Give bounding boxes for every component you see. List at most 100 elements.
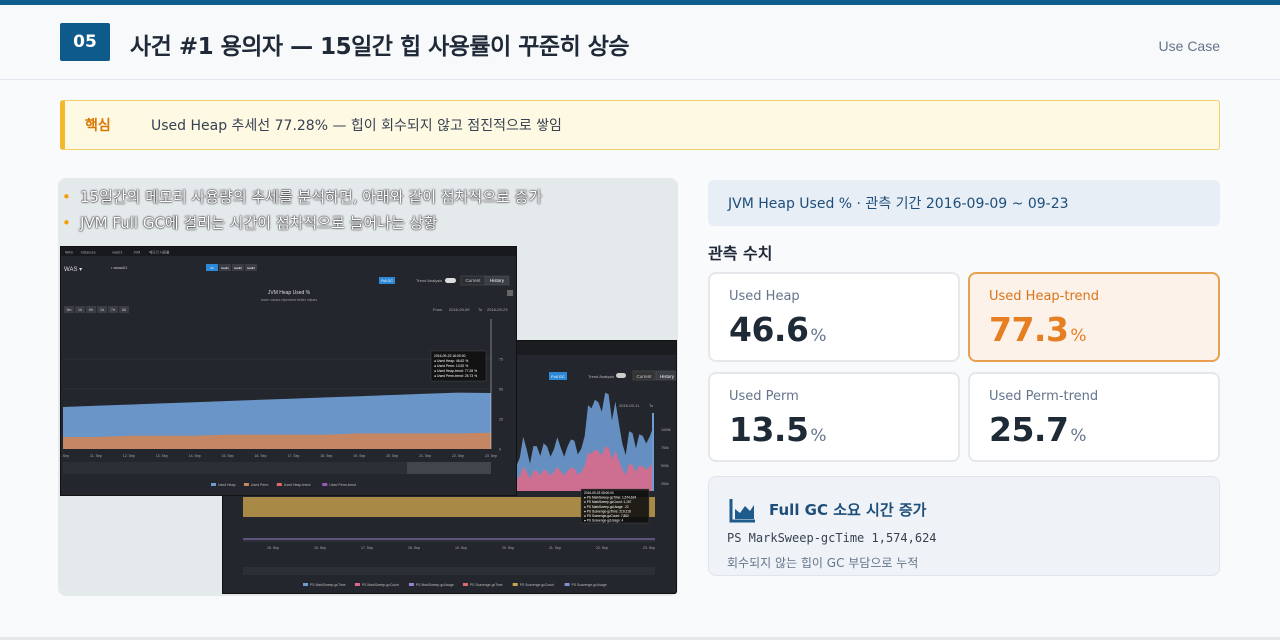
- time-range-label: 7d: [111, 308, 115, 312]
- x-tick-label: 18. Sep: [408, 546, 420, 550]
- tooltip-line: ● PS MarkSweep-gcUsage: .22: [584, 505, 629, 509]
- x-tick-label: 15. Sep: [222, 454, 234, 458]
- x-tick-label: 12. Sep: [123, 454, 135, 458]
- observation-section-title: 관측 수치: [708, 244, 773, 263]
- chip-label: Mi: [210, 266, 213, 270]
- trend-label: Trend Analysis: [416, 278, 442, 283]
- chart-subtitle: lower values represent better values: [261, 298, 317, 302]
- metric-value: 77.3%: [989, 310, 1087, 349]
- heap-chart-svg: WAS instances was01 JVM 메모리 사용률 WAS ▾ • awas…: [61, 247, 516, 495]
- legend-item[interactable]: Used Heap-trend: [284, 483, 311, 487]
- legend-swatch: [322, 483, 328, 486]
- breadcrumb-item[interactable]: instances: [81, 251, 96, 255]
- tab-current-label: Current: [465, 278, 481, 283]
- metric-card-used-perm-trend: Used Perm-trend 25.7%: [968, 372, 1220, 462]
- legend-swatch: [512, 583, 518, 586]
- tab-history-2-label: History: [660, 374, 675, 379]
- tooltip-line: ● Used Perm: 13.52 %: [434, 364, 468, 368]
- tooltip-line: 2016-09-23 08:00:00: [584, 491, 614, 495]
- slide-header: 05 사건 #1 용의자 — 15일간 힙 사용률이 꾸준히 상승 Use Ca…: [0, 5, 1280, 80]
- breadcrumb-item[interactable]: WAS: [65, 251, 74, 255]
- legend-item[interactable]: PS MarkSweep-gcTime: [310, 583, 346, 587]
- y-tick-label: 75: [499, 358, 503, 362]
- range-navigator-handle[interactable]: [407, 462, 491, 474]
- section-number-badge: 05: [60, 23, 110, 61]
- metric-value: 46.6%: [729, 310, 827, 349]
- metric-label: Used Perm-trend: [989, 389, 1099, 404]
- fullgc-label-2: Full GC: [551, 374, 565, 379]
- bullet-list: • 15일간의 메모리 사용량의 추세를 분석하면, 아래와 같이 점차적으로 증…: [60, 184, 660, 236]
- tab-current-2-label: Current: [636, 374, 652, 379]
- legend-item[interactable]: Used Heap: [218, 483, 236, 487]
- time-range-label: 1d: [100, 308, 104, 312]
- gc-title: Full GC 소요 시간 증가: [769, 501, 927, 519]
- legend-swatch: [354, 583, 360, 586]
- legend-item[interactable]: PS Scavenge-gcUsage: [572, 583, 607, 587]
- legend-item[interactable]: PS Scavenge-gcTime: [470, 583, 503, 587]
- tooltip-line: ● PS Scavenge-gcCount: 7,862: [584, 514, 629, 518]
- legend-swatch: [408, 583, 414, 586]
- legend-swatch: [211, 483, 216, 486]
- chip-label: Iwall2: [234, 266, 242, 270]
- x-tick-label: 19. Sep: [455, 546, 467, 550]
- range-navigator[interactable]: [243, 567, 655, 575]
- tooltip-line: ● PS Scavenge-gcTime: 219,218: [584, 509, 631, 513]
- legend-swatch: [564, 583, 570, 586]
- x-tick-label: 23. Sep: [643, 546, 655, 550]
- x-tick-label: 20. Sep: [386, 454, 398, 458]
- x-tick-label: 23. Sep: [485, 454, 497, 458]
- x-tick-label: 22. Sep: [596, 546, 608, 550]
- breadcrumb-item[interactable]: was01: [112, 251, 122, 255]
- legend-item[interactable]: Used Perm: [251, 483, 269, 487]
- from-date: 2016-09-09: [449, 307, 470, 312]
- x-tick-label: 17. Sep: [287, 454, 299, 458]
- tab-history-label: History: [490, 278, 505, 283]
- legend-swatch: [462, 583, 468, 586]
- trend-toggle-2[interactable]: [616, 373, 626, 378]
- y-tick-label: 50: [499, 388, 503, 392]
- time-range-label: 1h: [78, 308, 82, 312]
- time-range-label: All: [122, 308, 126, 312]
- breadcrumb-item[interactable]: 메모리 사용률: [149, 250, 170, 255]
- metric-card-used-heap: Used Heap 46.6%: [708, 272, 960, 362]
- agent-selector[interactable]: WAS ▾: [64, 267, 82, 273]
- x-tick-label: 16. Sep: [254, 454, 266, 458]
- metric-value: 13.5%: [729, 410, 827, 449]
- observation-period: JVM Heap Used % · 관측 기간 2016-09-09 ~ 09-…: [708, 180, 1220, 226]
- legend-item[interactable]: PS Scavenge-gcCount: [520, 583, 554, 587]
- chip-label: lwall1: [221, 266, 229, 270]
- x-tick-label: 14. Sep: [189, 454, 201, 458]
- category-tag: Use Case: [1158, 38, 1220, 54]
- tooltip-line: 2016-09-23 16:00:00: [434, 354, 466, 358]
- export-menu-icon[interactable]: [507, 290, 513, 296]
- x-tick-label: 17. Sep: [361, 546, 373, 550]
- area-chart-icon: [729, 499, 755, 523]
- tooltip-line: ● Used Heap-trend: 77.28 %: [434, 369, 477, 373]
- metric-label: Used Heap: [729, 289, 800, 304]
- gc-note: 회수되지 않는 힙이 GC 부담으로 누적: [727, 556, 919, 570]
- from-label: From: [433, 307, 443, 312]
- metric-card-used-perm: Used Perm 13.5%: [708, 372, 960, 462]
- time-range-label: 5m: [67, 308, 72, 312]
- chart-title: JVM Heap Used %: [268, 290, 311, 296]
- y-tick-label: 250k: [661, 482, 669, 486]
- y-tick-label: 1000k: [661, 428, 671, 432]
- tooltip-line: ● PS MarkSweep-gcTime: 1,574,624: [584, 496, 636, 500]
- gc-metric-code: PS MarkSweep-gcTime 1,574,624: [727, 531, 937, 545]
- legend-swatch: [243, 483, 249, 486]
- metric-card-used-heap-trend: Used Heap-trend 77.3%: [968, 272, 1220, 362]
- x-tick-label: 22. Sep: [452, 454, 464, 458]
- metric-label: Used Perm: [729, 389, 799, 404]
- heap-monitor-screenshot: WAS instances was01 JVM 메모리 사용률 WAS ▾ • awas…: [60, 246, 517, 496]
- trend-toggle[interactable]: [445, 278, 456, 283]
- legend-item[interactable]: PS MarkSweep-gcCount: [362, 583, 399, 587]
- tooltip-line: ● PS Scavenge-gcUsage: 4: [584, 519, 624, 523]
- x-tick-label: 19. Sep: [353, 454, 365, 458]
- legend-item[interactable]: PS MarkSweep-gcUsage: [416, 583, 454, 587]
- x-tick-label: 16. Sep: [314, 546, 326, 550]
- key-point-callout: 핵심 Used Heap 추세선 77.28% — 힙이 회수되지 않고 점진적…: [60, 100, 1220, 150]
- bullet-item: • JVM Full GC에 걸리는 시간이 점차적으로 늘어나는 상황: [62, 214, 438, 232]
- breadcrumb-item[interactable]: JVM: [133, 251, 140, 255]
- metric-label: Used Heap-trend: [989, 289, 1099, 304]
- legend-item[interactable]: Used Perm-trend: [329, 483, 356, 487]
